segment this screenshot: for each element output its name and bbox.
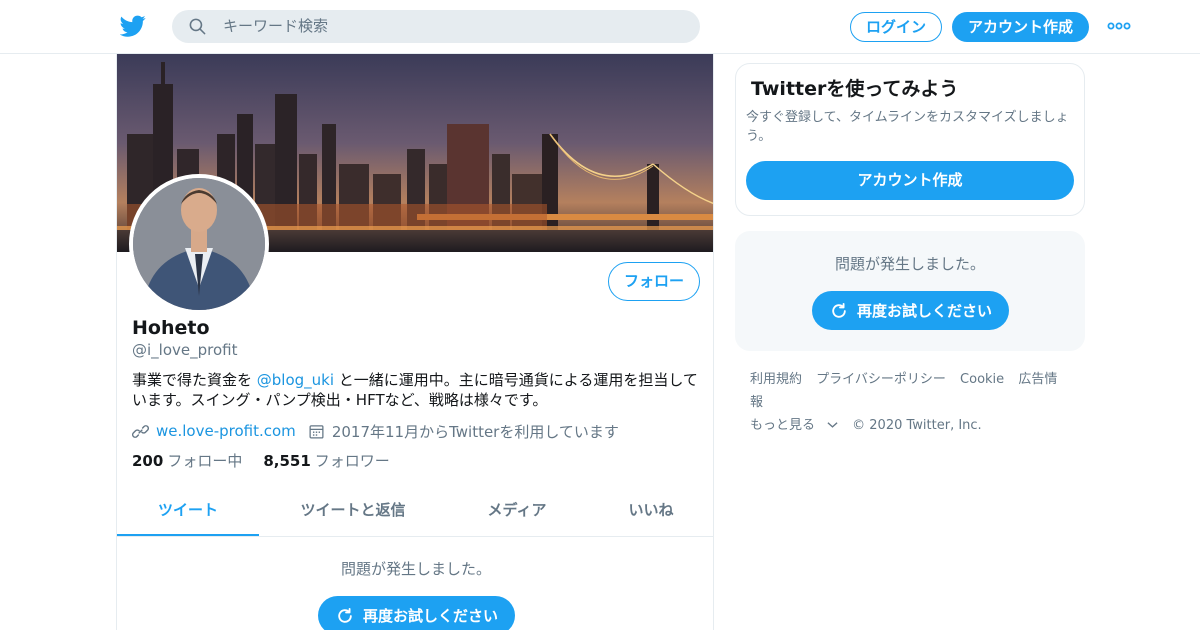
- followers-count: 8,551: [263, 452, 311, 470]
- followers-label: フォロワー: [314, 452, 390, 470]
- footer-second-row: もっと見る © 2020 Twitter, Inc.: [750, 414, 1080, 437]
- sidebar-retry-button[interactable]: 再度お試しください: [812, 291, 1009, 330]
- sidebar-error-card: 問題が発生しました。 再度お試しください: [735, 231, 1085, 351]
- profile-display-name[interactable]: Hoheto: [132, 317, 210, 339]
- login-button[interactable]: ログイン: [850, 12, 942, 42]
- sidebar-error-message: 問題が発生しました。: [834, 255, 985, 273]
- footer-more-link[interactable]: もっと見る: [750, 418, 838, 433]
- followers-stat[interactable]: 8,551 フォロワー: [263, 450, 389, 471]
- tab-tweets-and-replies[interactable]: ツイートと返信: [259, 490, 447, 536]
- tab-tweets[interactable]: ツイート: [117, 490, 259, 536]
- more-dots-icon[interactable]: [1107, 20, 1131, 32]
- signup-card-button[interactable]: アカウント作成: [746, 161, 1074, 200]
- follow-button[interactable]: フォロー: [608, 262, 700, 301]
- sidebar-footer: 利用規約 プライバシーポリシー Cookie 広告情報 もっと見る © 2020…: [750, 368, 1080, 437]
- footer-link-cookie[interactable]: Cookie: [960, 372, 1004, 387]
- avatar-photo: [133, 178, 265, 310]
- profile-avatar[interactable]: [129, 174, 269, 314]
- retry-label: 再度お試しください: [362, 607, 498, 625]
- profile-column: フォロー Hoheto @i_love_profit 事業で得た資金を @blo…: [116, 54, 714, 630]
- footer-copyright: © 2020 Twitter, Inc.: [852, 418, 982, 433]
- profile-website-link[interactable]: we.love-profit.com: [156, 422, 296, 440]
- link-icon: [132, 424, 149, 438]
- timeline-retry-button[interactable]: 再度お試しください: [318, 596, 515, 630]
- profile-meta: we.love-profit.com 2017年11月からTwitterを利用し…: [132, 420, 619, 442]
- footer-more-label: もっと見る: [750, 418, 816, 433]
- search-input[interactable]: キーワード検索: [223, 10, 328, 43]
- bio-text: 事業で得た資金を: [132, 371, 257, 389]
- refresh-icon: [338, 607, 352, 623]
- signup-button[interactable]: アカウント作成: [952, 12, 1089, 42]
- following-label: フォロー中: [167, 452, 243, 470]
- search-bar[interactable]: キーワード検索: [172, 10, 700, 43]
- profile-bio: 事業で得た資金を @blog_uki と一緒に運用中。主に暗号通貨による運用を担…: [132, 370, 702, 410]
- top-navigation-bar: キーワード検索 ログイン アカウント作成: [0, 0, 1200, 54]
- twitter-bird-icon[interactable]: [120, 13, 146, 39]
- retry-label: 再度お試しください: [856, 302, 992, 320]
- calendar-icon: [309, 424, 324, 439]
- footer-link-terms[interactable]: 利用規約: [750, 372, 802, 387]
- signup-card-description: 今すぐ登録して、タイムラインをカスタマイズしましょう。: [746, 110, 1069, 144]
- following-count: 200: [132, 452, 164, 470]
- search-icon: [189, 18, 206, 35]
- signup-card-title: Twitterを使ってみよう: [751, 78, 959, 100]
- profile-tabs: ツイート ツイートと返信 メディア いいね: [117, 490, 713, 537]
- profile-handle[interactable]: @i_love_profit: [132, 341, 237, 359]
- tab-likes[interactable]: いいね: [587, 490, 713, 536]
- refresh-icon: [832, 302, 846, 318]
- timeline-error-message: 問題が発生しました。: [340, 560, 491, 578]
- footer-links-row: 利用規約 プライバシーポリシー Cookie 広告情報: [750, 368, 1080, 414]
- profile-stats: 200 フォロー中 8,551 フォロワー: [132, 450, 411, 471]
- footer-link-privacy[interactable]: プライバシーポリシー: [816, 372, 946, 387]
- following-stat[interactable]: 200 フォロー中: [132, 450, 242, 471]
- chevron-down-icon: [827, 422, 838, 428]
- bio-mention-link[interactable]: @blog_uki: [257, 371, 334, 389]
- profile-joined-date: 2017年11月からTwitterを利用しています: [331, 422, 619, 441]
- tab-media[interactable]: メディア: [447, 490, 587, 536]
- signup-prompt-card: Twitterを使ってみよう 今すぐ登録して、タイムラインをカスタマイズしましょ…: [735, 63, 1085, 216]
